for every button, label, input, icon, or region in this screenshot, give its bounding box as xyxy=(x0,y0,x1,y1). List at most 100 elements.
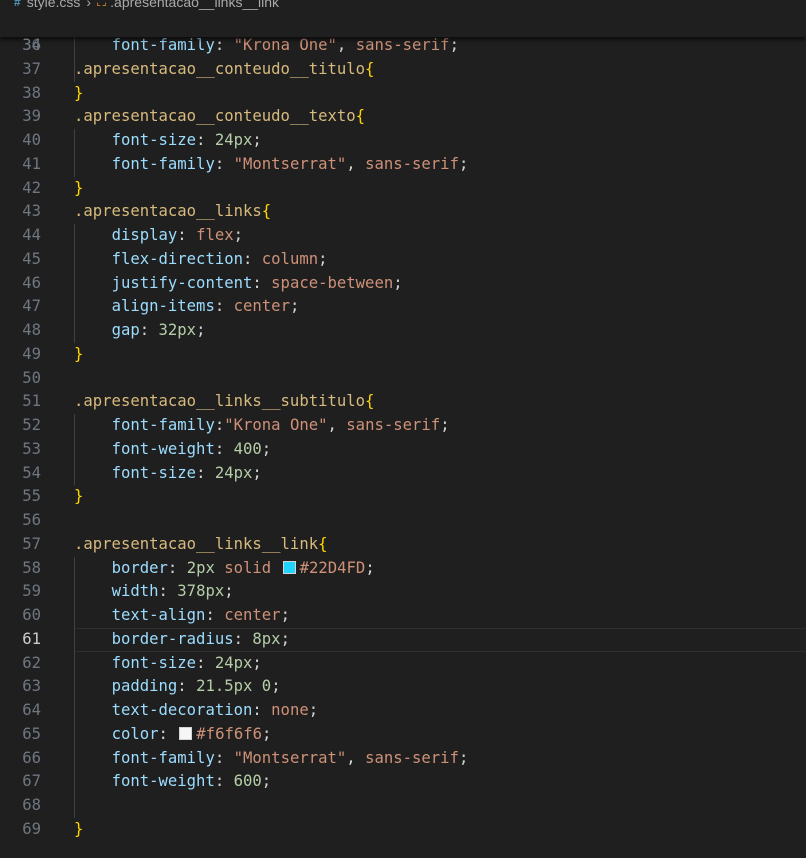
code-token: "Montserrat" xyxy=(233,154,347,173)
code-line[interactable]: 62 font-size: 24px; xyxy=(0,651,806,676)
code-line[interactable]: 59 width: 378px; xyxy=(0,580,806,604)
code-line[interactable]: 60 text-align: center; xyxy=(0,604,806,628)
code-line[interactable]: 47 align-items: center; xyxy=(0,295,806,319)
code-token: ; xyxy=(261,772,272,791)
code-token: : xyxy=(214,439,234,458)
line-number: 67 xyxy=(22,772,41,791)
code-token: 24px xyxy=(214,653,253,672)
code-line[interactable]: 40 font-size: 24px; xyxy=(0,129,806,153)
code-token: : xyxy=(214,748,234,767)
code-token: #f6f6f6 xyxy=(196,724,263,743)
code-token: : xyxy=(214,416,225,434)
code-token: .apresentacao__links xyxy=(74,202,262,221)
code-line[interactable]: 63 padding: 21.5px 0; xyxy=(0,675,806,699)
line-number: 39 xyxy=(22,107,41,126)
code-line[interactable]: 44 display: flex; xyxy=(0,224,806,248)
symbol-class-icon: ⛶ xyxy=(97,0,107,9)
code-line[interactable]: 67 font-weight: 600; xyxy=(0,770,806,794)
code-token: : xyxy=(233,629,253,648)
code-line[interactable]: 36 font-family: "Krona One", sans-serif; xyxy=(0,34,806,58)
line-number: 62 xyxy=(22,653,41,672)
sticky-line[interactable]: 34 .apresentacao__conteudo__titulo{ xyxy=(0,10,806,78)
code-line[interactable]: 38} xyxy=(0,82,806,106)
code-line[interactable]: 48 gap: 32px; xyxy=(0,319,806,343)
code-line[interactable]: 56 xyxy=(0,509,806,533)
code-token: font-size xyxy=(111,131,197,149)
code-token: solid xyxy=(224,558,272,577)
code-line[interactable]: 65 color: #f6f6f6; xyxy=(0,722,806,747)
code-token: : xyxy=(177,677,197,696)
code-text: } xyxy=(74,485,83,509)
sticky-scroll-header[interactable]: 34 .apresentacao__conteudo__titulo{ xyxy=(0,10,806,78)
code-token: "Krona One" xyxy=(224,416,328,434)
code-token: ; xyxy=(252,463,262,482)
code-token: border-radius xyxy=(111,629,234,648)
code-line[interactable]: 54 font-size: 24px; xyxy=(0,461,806,486)
code-line[interactable]: 55} xyxy=(0,485,806,509)
code-text: align-items: center; xyxy=(74,295,300,319)
breadcrumb-symbol[interactable]: .apresentacao__links__link xyxy=(110,0,279,10)
code-line[interactable]: 41 font-family: "Montserrat", sans-serif… xyxy=(0,152,806,177)
code-line-active[interactable]: 61 border-radius: 8px; xyxy=(0,627,806,652)
code-text: .apresentacao__links{ xyxy=(74,200,271,224)
line-number: 57 xyxy=(22,534,41,553)
code-line[interactable]: 69} xyxy=(0,818,806,842)
code-line[interactable]: 64 text-decoration: none; xyxy=(0,699,806,723)
code-token: ; xyxy=(280,629,290,648)
code-line[interactable]: 46 justify-content: space-between; xyxy=(0,271,806,296)
code-token: gap xyxy=(111,321,140,339)
code-line[interactable]: 50 xyxy=(0,367,806,391)
code-token: : xyxy=(252,701,272,719)
code-line[interactable]: 66 font-family: "Montserrat", sans-serif… xyxy=(0,746,806,771)
code-token: sans-serif xyxy=(365,748,459,767)
line-number: 50 xyxy=(22,368,41,387)
code-token: flex-direction xyxy=(111,249,243,268)
code-line[interactable]: 49} xyxy=(0,343,806,367)
code-token: align-items xyxy=(111,297,215,316)
code-line[interactable]: 51 .apresentacao__links__subtitulo{ xyxy=(0,390,806,414)
color-swatch[interactable] xyxy=(179,726,193,740)
code-line[interactable]: 57 .apresentacao__links__link{ xyxy=(0,533,806,557)
line-number: 64 xyxy=(22,701,41,719)
code-token: { xyxy=(365,392,375,411)
code-text: .apresentacao__conteudo__texto{ xyxy=(74,105,365,129)
code-line[interactable]: 52 font-family:"Krona One", sans-serif; xyxy=(0,414,806,438)
code-line[interactable]: 53 font-weight: 400; xyxy=(0,437,806,462)
code-token: ; xyxy=(233,226,244,244)
code-token: } xyxy=(74,178,84,197)
code-token: : xyxy=(214,36,234,54)
code-line[interactable]: 58 border: 2px solid #22D4FD; xyxy=(0,556,806,581)
line-number: 44 xyxy=(22,226,41,244)
breadcrumb-file[interactable]: style.css xyxy=(27,0,81,10)
code-token: , xyxy=(346,154,366,173)
code-token: 600 xyxy=(233,772,262,791)
code-line[interactable]: 42} xyxy=(0,177,806,201)
code-text: flex-direction: column; xyxy=(74,248,328,272)
code-line[interactable]: 43 .apresentacao__links{ xyxy=(0,200,806,224)
code-line[interactable]: 45 flex-direction: column; xyxy=(0,247,806,272)
code-line[interactable]: 39 .apresentacao__conteudo__texto{ xyxy=(0,105,806,129)
code-token: : xyxy=(167,558,187,577)
code-line[interactable]: 68 xyxy=(0,794,806,818)
code-token: : xyxy=(196,463,215,482)
code-editor[interactable]: 36 font-family: "Krona One", sans-serif;… xyxy=(0,34,806,842)
color-swatch[interactable] xyxy=(282,560,296,574)
code-token: width xyxy=(111,582,159,601)
line-number: 49 xyxy=(22,344,41,363)
code-token: ; xyxy=(440,416,450,434)
code-text: font-family: "Krona One", sans-serif; xyxy=(74,34,459,58)
code-token: : xyxy=(196,653,215,672)
code-token: 0 xyxy=(261,677,272,696)
code-text: font-size: 24px; xyxy=(74,129,262,153)
code-token: #22D4FD xyxy=(299,558,366,577)
